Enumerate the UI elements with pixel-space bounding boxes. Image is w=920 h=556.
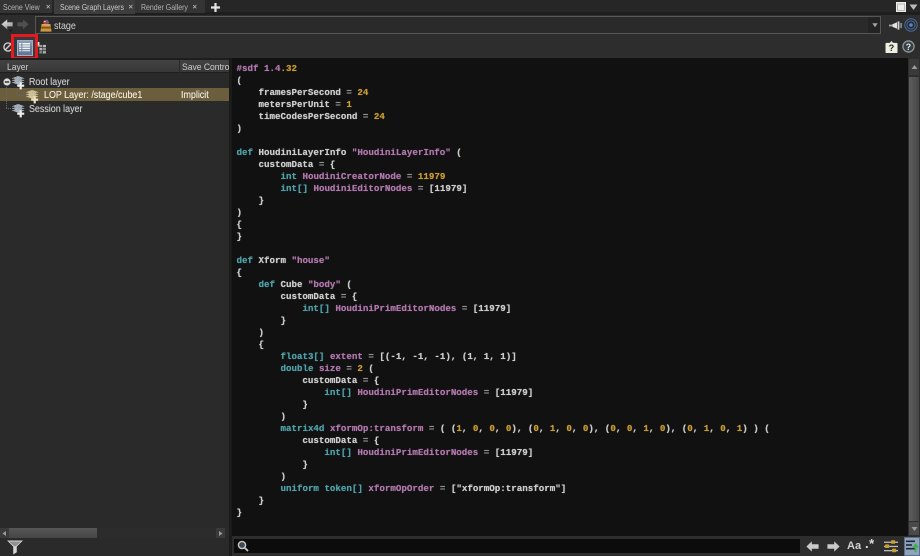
svg-text:?: ?	[906, 41, 911, 51]
svg-text:?: ?	[888, 43, 894, 53]
